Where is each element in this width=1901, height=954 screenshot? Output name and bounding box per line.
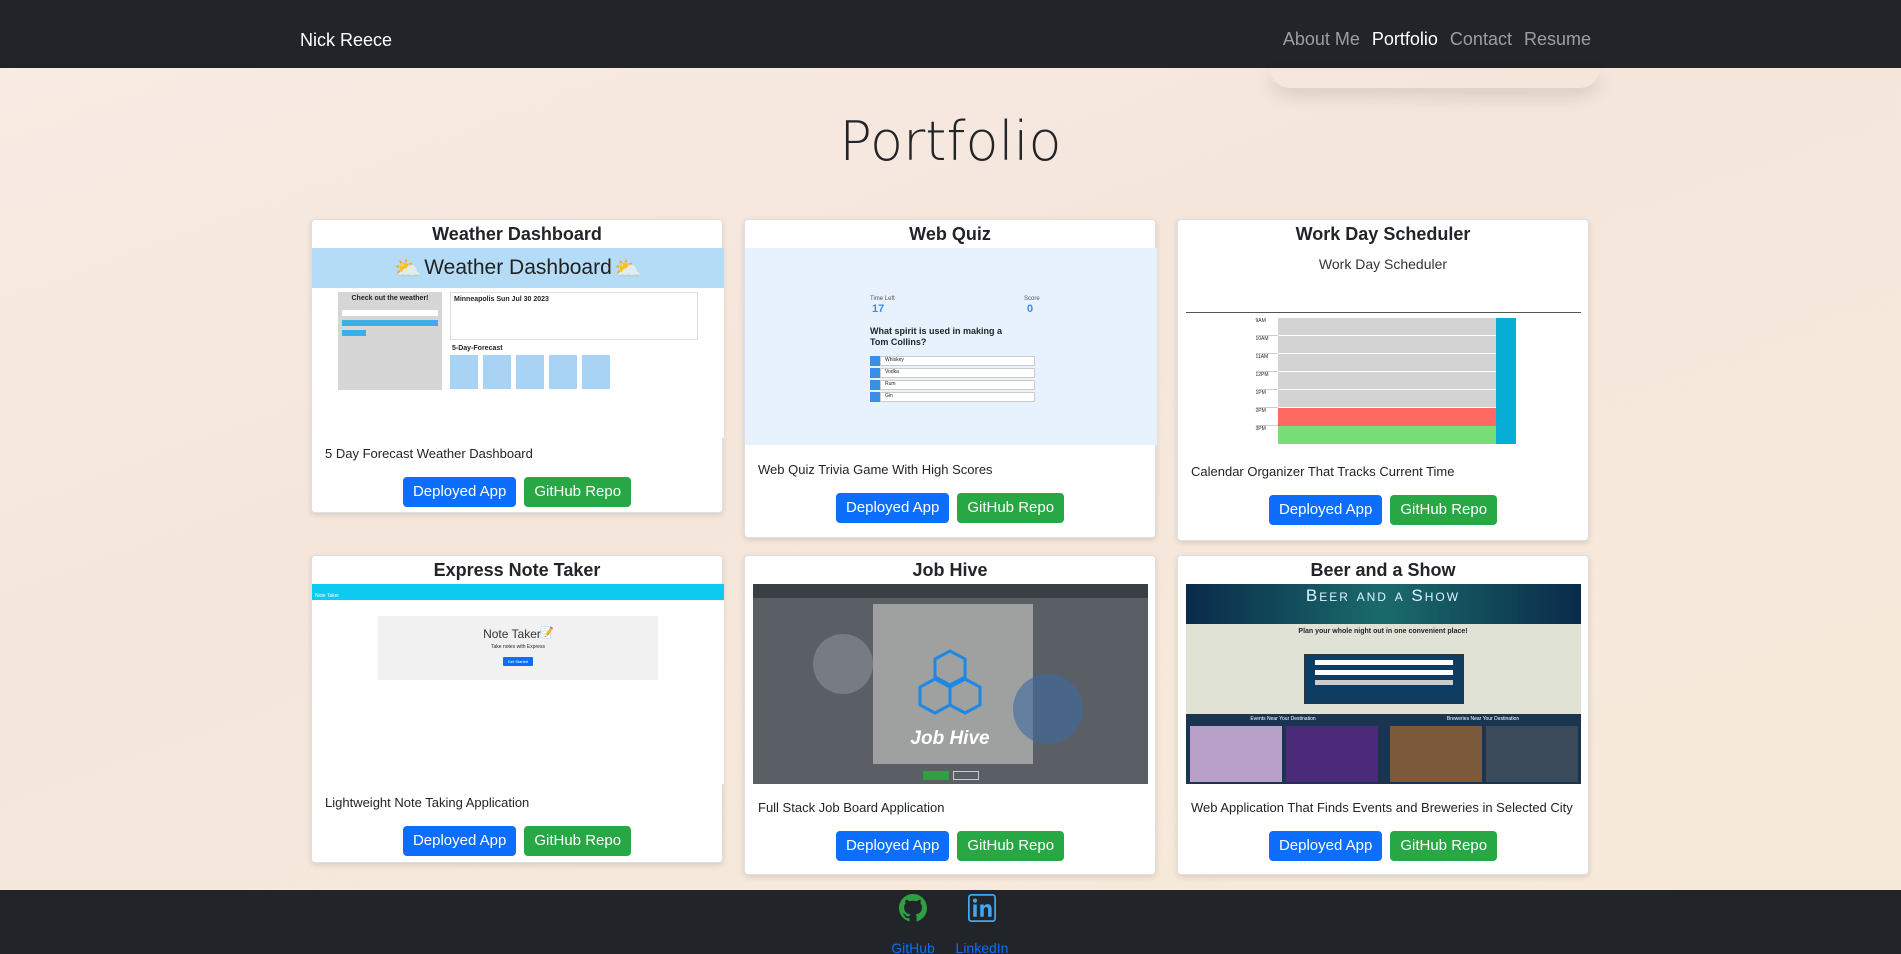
github-repo-button[interactable]: GitHub Repo (1390, 831, 1498, 861)
github-repo-button[interactable]: GitHub Repo (524, 826, 632, 856)
navbar: Nick Reece About Me Portfolio Contact Re… (0, 0, 1901, 68)
card-description: Web Quiz Trivia Game With High Scores (758, 462, 993, 477)
nav-portfolio[interactable]: Portfolio (1372, 29, 1438, 50)
page-title: Portfolio (839, 110, 1062, 173)
card-description: Lightweight Note Taking Application (325, 795, 530, 810)
project-card-note-taker: Express Note Taker Note Taker 📝 Note Tak… (311, 555, 724, 863)
card-title: Job Hive (912, 560, 988, 580)
deployed-app-button[interactable]: Deployed App (1268, 831, 1383, 861)
quiz-screenshot: Time Left 17 Score 0 What spirit is used… (745, 248, 1157, 445)
nav-resume[interactable]: Resume (1524, 29, 1591, 50)
github-label: GitHub (891, 940, 935, 954)
card-title: Web Quiz (909, 224, 991, 244)
scheduler-screenshot: Work Day Scheduler 9AM 10AM 11AM 12PM 1P… (1185, 248, 1581, 448)
job-hive-screenshot: Job Hive (752, 584, 1148, 784)
linkedin-label: LinkedIn (955, 940, 1009, 954)
project-card-web-quiz: Web Quiz Time Left 17 Score 0 What spiri… (744, 219, 1157, 538)
linkedin-icon (968, 894, 996, 922)
hexagon-logo-icon (918, 649, 981, 715)
sun-cloud-icon: ⛅ (614, 256, 642, 281)
github-repo-button[interactable]: GitHub Repo (957, 831, 1065, 861)
card-title: Beer and a Show (1310, 560, 1456, 580)
nav-contact[interactable]: Contact (1450, 29, 1512, 50)
footer: GitHub LinkedIn (0, 890, 1901, 954)
deployed-app-button[interactable]: Deployed App (835, 831, 950, 861)
card-description: Web Application That Finds Events and Br… (1191, 800, 1573, 815)
beer-show-screenshot: Beer and a Show Plan your whole night ou… (1185, 584, 1581, 784)
deployed-app-button[interactable]: Deployed App (835, 493, 950, 523)
nav-shadow (1270, 68, 1600, 88)
deployed-app-button[interactable]: Deployed App (402, 826, 517, 856)
nav-about-me[interactable]: About Me (1283, 29, 1360, 50)
deployed-app-button[interactable]: Deployed App (1268, 495, 1383, 525)
project-card-job-hive: Job Hive Job Hive Full Stack Job Board A… (744, 555, 1156, 875)
card-title: Express Note Taker (433, 560, 601, 580)
card-description: 5 Day Forecast Weather Dashboard (325, 446, 533, 461)
card-title: Weather Dashboard (432, 224, 602, 244)
project-card-scheduler: Work Day Scheduler Work Day Scheduler 9A… (1177, 219, 1589, 541)
card-description: Full Stack Job Board Application (758, 800, 945, 815)
weather-screenshot: ⛅ Weather Dashboard ⛅ Check out the weat… (312, 248, 724, 438)
github-repo-button[interactable]: GitHub Repo (957, 493, 1065, 523)
github-icon (899, 894, 927, 922)
brand-link[interactable]: Nick Reece (300, 30, 392, 51)
notepad-icon: 📝 (540, 627, 554, 639)
card-description: Calendar Organizer That Tracks Current T… (1191, 464, 1455, 479)
deployed-app-button[interactable]: Deployed App (402, 477, 517, 507)
github-repo-button[interactable]: GitHub Repo (1390, 495, 1498, 525)
note-taker-screenshot: Note Taker 📝 Note Taker Take notes with … (312, 584, 724, 784)
github-repo-button[interactable]: GitHub Repo (524, 477, 632, 507)
project-card-weather: Weather Dashboard ⛅ Weather Dashboard ⛅ … (311, 219, 724, 513)
nav-links: About Me Portfolio Contact Resume (1283, 29, 1591, 50)
card-title: Work Day Scheduler (1295, 224, 1471, 244)
project-card-beer-show: Beer and a Show Beer and a Show Plan you… (1177, 555, 1589, 875)
